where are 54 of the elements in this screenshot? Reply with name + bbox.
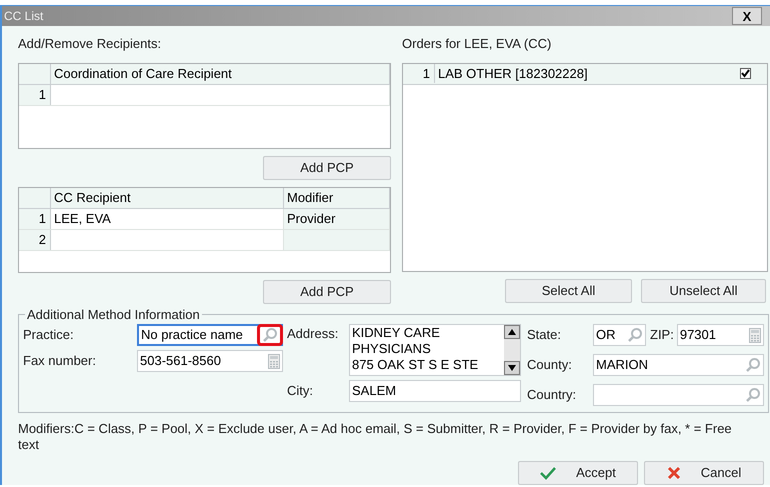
calculator-icon[interactable] [268, 354, 280, 368]
zip-field[interactable]: 97301 [676, 324, 764, 346]
action-button[interactable]: Select All [505, 278, 632, 302]
calculator-icon[interactable] [748, 328, 761, 342]
state-field[interactable]: OR [593, 324, 646, 346]
field-label: Country: [527, 386, 578, 404]
search-icon[interactable] [262, 327, 278, 343]
row-number: 2 [19, 230, 51, 250]
fax-field[interactable]: 503-561-8560 [137, 350, 283, 372]
scrollbar[interactable] [504, 325, 520, 375]
section-label: Orders for LEE, EVA (CC) [402, 35, 552, 53]
accept-button[interactable]: Accept [518, 461, 638, 485]
cancel-button[interactable]: Cancel [644, 461, 764, 485]
practice-field[interactable]: No practice name [137, 324, 283, 346]
row-number: 1 [403, 64, 435, 84]
column-header: Coordination of Care Recipient [51, 64, 390, 84]
address-line: PHYSICIANS [352, 341, 432, 357]
order-checkbox[interactable] [740, 68, 751, 79]
country-field[interactable] [593, 384, 764, 406]
table-cell[interactable] [284, 230, 390, 250]
field-label: Practice: [23, 326, 75, 344]
city-field[interactable]: SALEM [349, 380, 521, 402]
x-icon [666, 466, 681, 480]
action-button[interactable]: Add PCP [263, 156, 391, 180]
table-cell[interactable]: Provider [284, 208, 390, 228]
row-number: 1 [19, 84, 51, 104]
group-title: Additional Method Information [26, 306, 201, 324]
row-number: 1 [19, 208, 51, 228]
search-icon[interactable] [745, 387, 761, 403]
section-label: Add/Remove Recipients: [18, 35, 162, 53]
search-icon[interactable] [745, 357, 761, 373]
field-label: Address: [287, 325, 340, 343]
checkmark-icon [741, 69, 750, 78]
field-label: Fax number: [23, 352, 97, 370]
county-field[interactable]: MARION [593, 354, 764, 376]
field-label: County: [527, 356, 573, 374]
up-arrow-icon[interactable] [508, 329, 516, 335]
column-header: CC Recipient [51, 188, 284, 208]
field-label: ZIP: [650, 326, 674, 344]
address-line: KIDNEY CARE [352, 325, 441, 341]
search-icon[interactable] [627, 327, 643, 343]
close-button[interactable]: X [732, 7, 762, 25]
field-label: City: [287, 382, 314, 400]
address-field[interactable]: KIDNEY CARE PHYSICIANS 875 OAK ST S E STE [349, 324, 521, 376]
down-arrow-icon[interactable] [508, 365, 516, 371]
field-label: State: [527, 326, 562, 344]
window-title: CC List [4, 8, 44, 25]
modifiers-note: Modifiers:C = Class, P = Pool, X = Exclude user, A = Ad hoc email, S = Submitter, R = Provider, F = Provider by fax, * = Free text [18, 421, 733, 453]
address-line: 875 OAK ST S E STE [352, 357, 480, 373]
order-name[interactable]: LAB OTHER [182302228] [435, 64, 740, 84]
action-button[interactable]: Unselect All [641, 278, 766, 302]
column-header: Modifier [284, 188, 390, 208]
checkmark-icon [540, 466, 556, 480]
action-button[interactable]: Add PCP [263, 280, 391, 304]
